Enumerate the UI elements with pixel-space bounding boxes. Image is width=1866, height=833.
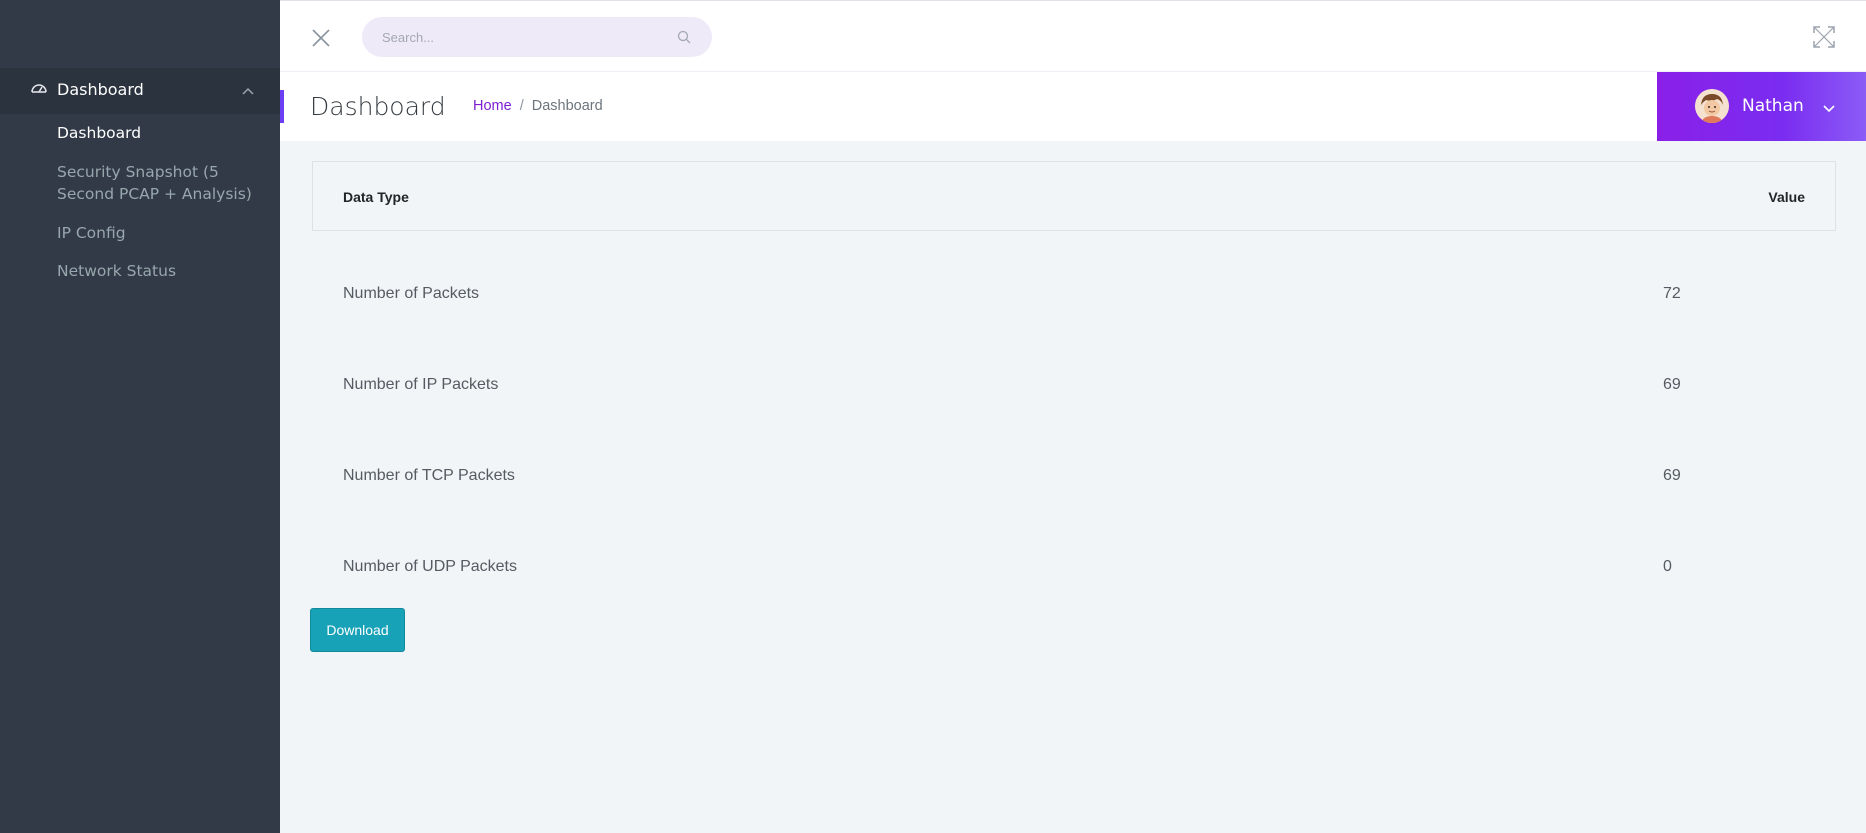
sidebar-item-network-status[interactable]: Network Status [57,260,267,282]
table-row-label: Number of Packets [343,285,480,302]
table-header: Data Type Value [312,161,1836,231]
search-input[interactable] [362,17,662,57]
avatar [1695,89,1729,123]
user-menu[interactable]: Nathan [1657,72,1866,141]
column-header-value: Value [1768,189,1805,205]
table-row-label: Number of UDP Packets [343,558,517,575]
close-icon[interactable] [310,27,332,49]
table-row-value: 72 [1663,285,1681,302]
breadcrumb: Home / Dashboard [473,98,603,114]
fullscreen-expand-icon[interactable] [1812,25,1836,49]
table-row-value: 69 [1663,467,1681,484]
dashboard-gauge-icon [31,84,47,93]
accent-stripe [280,90,284,123]
table-row-value: 69 [1663,376,1681,393]
chevron-down-icon [1823,105,1835,113]
download-button[interactable]: Download [310,608,405,652]
breadcrumb-home-link[interactable]: Home [473,98,512,114]
sidebar-item-security-snapshot[interactable]: Security Snapshot (5 Second PCAP + Analy… [57,161,267,205]
column-header-data-type: Data Type [343,189,409,205]
search-box [362,17,712,57]
topbar [280,0,1866,72]
user-avatar-icon [1695,89,1729,123]
sidebar-group-label: Dashboard [57,80,144,99]
table-row-label: Number of IP Packets [343,376,499,393]
chevron-up-icon [242,87,254,95]
user-name: Nathan [1742,96,1804,116]
search-icon[interactable] [676,29,692,45]
breadcrumb-current: Dashboard [531,98,603,114]
sidebar-item-ip-config[interactable]: IP Config [57,222,267,244]
sidebar-group-dashboard[interactable]: Dashboard [0,68,280,114]
breadcrumb-separator: / [519,98,524,114]
page-title: Dashboard [310,92,446,121]
table-row-value: 0 [1663,558,1672,575]
sidebar: Dashboard Dashboard Security Snapshot (5… [0,0,280,833]
table-row-label: Number of TCP Packets [343,467,515,484]
sidebar-item-dashboard[interactable]: Dashboard [57,122,267,144]
